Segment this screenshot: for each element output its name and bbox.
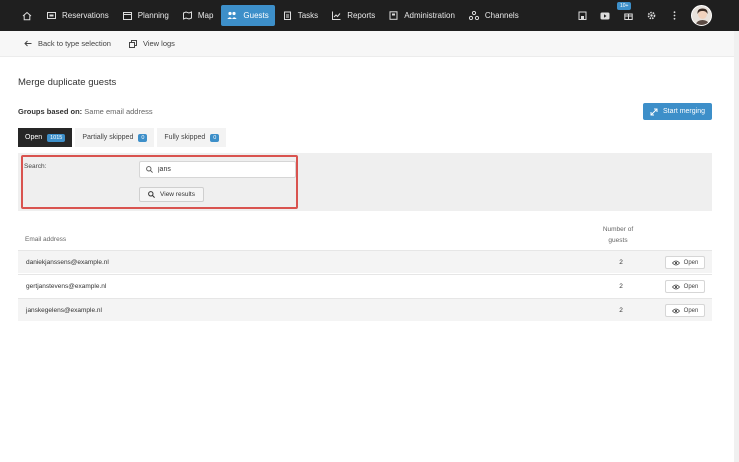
tab-open[interactable]: Open 1015: [18, 128, 73, 147]
highlight-box: [21, 155, 298, 209]
table-row: janskegelens@example.nl 2 Open: [18, 298, 712, 321]
nav-channels-label: Channels: [484, 11, 519, 20]
groups-label: Groups based on:: [18, 107, 83, 116]
gift-icon[interactable]: 10+: [617, 1, 636, 24]
column-header-email: Email address: [25, 236, 67, 243]
tab-partially-skipped[interactable]: Partially skipped 0: [75, 128, 155, 147]
tab-open-count: 1015: [47, 133, 66, 142]
eye-icon: [671, 308, 680, 313]
tab-open-label: Open: [25, 134, 43, 141]
row-email: janskegelens@example.nl: [26, 307, 102, 314]
table-row: gertjanstevens@example.nl 2 Open: [18, 274, 712, 297]
home-icon[interactable]: [19, 8, 35, 24]
arrow-left-icon: [24, 40, 32, 47]
open-button[interactable]: Open: [665, 256, 705, 269]
nav-reservations-label: Reservations: [62, 11, 109, 20]
groups-value: Same email address: [84, 107, 153, 116]
eye-icon: [671, 260, 680, 265]
eye-icon: [671, 284, 680, 289]
nav-right-tools: 10+: [567, 1, 712, 27]
book-icon: [389, 11, 398, 20]
column-header-number-line1: Number of: [602, 226, 634, 233]
open-button-label: Open: [683, 283, 699, 290]
row-guest-count: 2: [619, 259, 623, 266]
search-panel: Search: View results: [18, 153, 712, 211]
user-avatar[interactable]: [691, 5, 712, 26]
nav-guests[interactable]: Guests: [221, 5, 275, 26]
tab-fully-skipped[interactable]: Fully skipped 0: [157, 128, 227, 147]
nav-administration[interactable]: Administration: [383, 5, 461, 26]
nav-reports-label: Reports: [347, 11, 376, 20]
status-tabs: Open 1015 Partially skipped 0 Fully skip…: [18, 128, 229, 147]
chart-icon: [332, 11, 341, 20]
map-icon: [182, 11, 192, 20]
channels-icon: [468, 11, 479, 20]
nav-tasks-label: Tasks: [297, 11, 319, 20]
nav-reports[interactable]: Reports: [326, 5, 381, 26]
nav-guests-label: Guests: [243, 11, 269, 20]
tab-fully-skipped-label: Fully skipped: [164, 134, 206, 141]
clipboard-icon: [283, 11, 291, 20]
action-subbar: Back to type selection View logs: [0, 31, 734, 57]
open-button[interactable]: Open: [665, 304, 705, 317]
row-email: gertjanstevens@example.nl: [26, 283, 107, 290]
back-link-label: Back to type selection: [38, 39, 111, 48]
nav-map[interactable]: Map: [177, 5, 220, 26]
video-icon[interactable]: [597, 8, 613, 24]
scrollbar[interactable]: [734, 31, 739, 462]
merge-icon: [650, 108, 658, 115]
open-button-label: Open: [683, 307, 699, 314]
copy-icon: [128, 39, 137, 48]
building-icon[interactable]: [574, 8, 590, 24]
nav-map-label: Map: [197, 11, 214, 20]
row-email: daniekjanssens@example.nl: [26, 259, 109, 266]
reservations-icon: [47, 12, 56, 19]
guests-icon: [227, 11, 238, 19]
nav-planning-label: Planning: [137, 11, 169, 20]
nav-reservations[interactable]: Reservations: [41, 5, 115, 26]
start-merging-label: Start merging: [662, 108, 706, 115]
calendar-icon: [122, 12, 132, 20]
start-merging-button[interactable]: Start merging: [643, 103, 712, 120]
row-guest-count: 2: [619, 307, 623, 314]
open-button-label: Open: [683, 259, 699, 266]
back-to-type-selection-link[interactable]: Back to type selection: [24, 39, 111, 48]
notification-badge: 10+: [617, 1, 632, 10]
tab-partially-skipped-label: Partially skipped: [82, 134, 134, 141]
gear-icon[interactable]: [643, 8, 659, 24]
nav-planning[interactable]: Planning: [117, 5, 175, 26]
page-title: Merge duplicate guests: [18, 77, 117, 88]
tab-fully-skipped-count: 0: [210, 133, 220, 142]
open-button[interactable]: Open: [665, 280, 705, 293]
groups-based-on: Groups based on: Same email address: [18, 107, 153, 116]
view-logs-link[interactable]: View logs: [128, 39, 175, 48]
column-header-number-of-guests: Number of guests: [596, 224, 640, 246]
row-guest-count: 2: [619, 283, 623, 290]
tab-partially-skipped-count: 0: [138, 133, 148, 142]
view-logs-label: View logs: [142, 39, 175, 48]
nav-administration-label: Administration: [404, 11, 455, 20]
nav-channels[interactable]: Channels: [463, 5, 525, 26]
more-vertical-icon[interactable]: [666, 8, 682, 24]
nav-tasks[interactable]: Tasks: [277, 5, 324, 26]
column-header-number-line2: guests: [608, 237, 628, 244]
table-row: daniekjanssens@example.nl 2 Open: [18, 250, 712, 273]
top-navbar: Reservations Planning Map Guests Tasks R…: [0, 0, 739, 31]
